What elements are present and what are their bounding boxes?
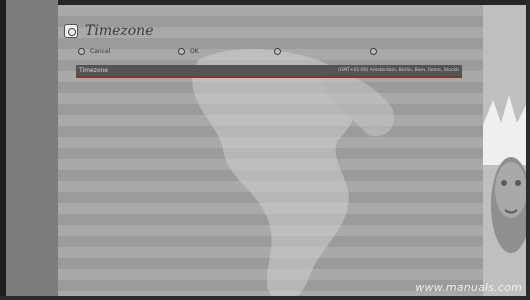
- tv-screen: Timezone Cancel OK Timezone (GMT+01:00) …: [0, 0, 530, 300]
- page-title: Timezone: [85, 23, 154, 39]
- circle-button-icon: [178, 48, 185, 55]
- circle-button-icon: [370, 48, 377, 55]
- option-button-3[interactable]: [274, 48, 286, 55]
- statue-of-liberty-image: [483, 5, 526, 296]
- selection-underline: [76, 76, 462, 78]
- ok-button-label: OK: [190, 48, 199, 55]
- ok-button[interactable]: OK: [178, 48, 199, 55]
- timezone-value: (GMT+01:00) Amsterdam, Berlin, Bern, Rom…: [337, 68, 459, 73]
- bezel-left: [0, 0, 58, 300]
- statue-face-illustration: [483, 5, 526, 296]
- button-bar: Cancel OK: [78, 48, 463, 62]
- cancel-button[interactable]: Cancel: [78, 48, 110, 55]
- cancel-button-label: Cancel: [90, 48, 111, 55]
- timezone-list-item[interactable]: Timezone (GMT+01:00) Amsterdam, Berlin, …: [76, 65, 462, 76]
- option-button-4[interactable]: [370, 48, 382, 55]
- bezel-bottom: [0, 296, 530, 300]
- globe-settings-icon: [64, 24, 78, 38]
- dialog-header: Timezone: [64, 20, 153, 42]
- timezone-key: Timezone: [79, 67, 108, 74]
- circle-button-icon: [78, 48, 85, 55]
- watermark: www.manuals.com: [415, 281, 522, 294]
- world-map-background: [192, 49, 394, 296]
- bezel-right: [526, 0, 530, 300]
- circle-button-icon: [274, 48, 281, 55]
